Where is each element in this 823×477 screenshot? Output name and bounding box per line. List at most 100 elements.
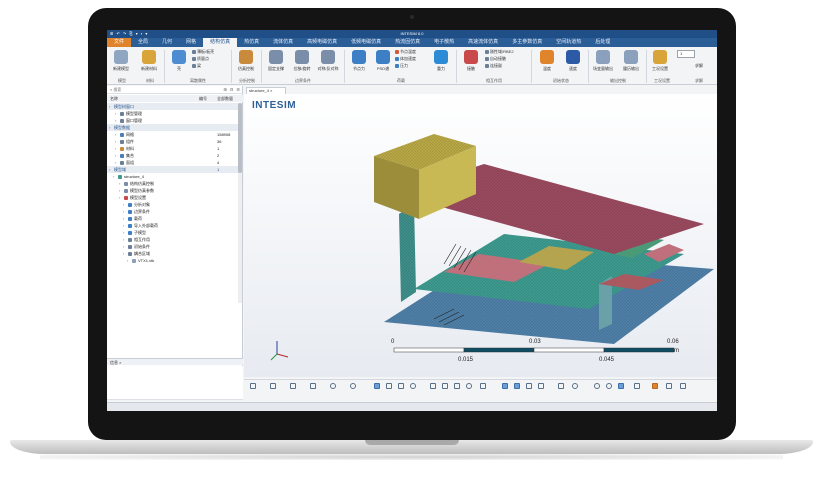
tree-item[interactable]: › 导入外部载荷 (107, 222, 238, 229)
tree-item[interactable]: › 模型数据 (107, 124, 238, 131)
chevron-icon[interactable]: › (123, 243, 127, 250)
chevron-icon[interactable]: › (119, 194, 123, 201)
tree-scrollbar[interactable] (238, 103, 242, 303)
tree-item[interactable]: › 耦合区域 (107, 250, 238, 257)
chevron-icon[interactable]: › (109, 124, 113, 131)
filter-icon[interactable] (270, 383, 276, 389)
3d-viewport[interactable]: INTESIM 0 0.03 0.06 0.015 0.045 m (244, 94, 717, 377)
document-tab[interactable]: structure_4 × (246, 87, 286, 94)
displacement-button[interactable]: 位移/旋转 (290, 49, 314, 77)
chevron-icon[interactable]: › (115, 110, 119, 117)
connector-button[interactable]: 连接副 (485, 63, 502, 69)
copy3-icon[interactable] (454, 383, 460, 389)
tree-item[interactable]: › 模型域 1 (107, 166, 238, 173)
tree-item[interactable]: › 材料 1 (107, 145, 238, 152)
tree-item[interactable]: › 相互作用 (107, 236, 238, 243)
field-output-button[interactable]: 场变量输出 (591, 49, 615, 77)
nodal-temp-button[interactable]: 节点温度 (395, 49, 416, 55)
tree-item[interactable]: › 初始条件 (107, 243, 238, 250)
copy-icon[interactable] (430, 383, 436, 389)
probe-icon[interactable] (606, 383, 612, 389)
tab-structural-sim[interactable]: 结构仿真 (203, 38, 238, 47)
tree-item[interactable]: › 模型管理 (107, 110, 238, 117)
body-accel-button[interactable]: 体加速度 (395, 56, 416, 62)
tree-item[interactable]: › 分析对象 (107, 201, 238, 208)
symmetry-button[interactable]: 对称/反对称 (316, 49, 340, 77)
velocity-button[interactable]: 速度 (561, 49, 585, 77)
auto-contact-button[interactable]: 自动接触 (485, 56, 506, 62)
chevron-icon[interactable]: › (119, 180, 123, 187)
tab-hf-em-sim[interactable]: 高频电磁仿真 (300, 38, 344, 47)
thin-plate-button[interactable]: 薄板/板壳 (192, 49, 214, 55)
shell-button[interactable]: 壳 (167, 49, 191, 77)
tree-item[interactable]: › 载荷 (107, 215, 238, 222)
view-front-icon[interactable] (374, 383, 380, 389)
tree-item[interactable]: › 组件 36 (107, 138, 238, 145)
chevron-icon[interactable]: › (123, 229, 127, 236)
tree-item[interactable]: › 网格 158908 (107, 131, 238, 138)
tree-item[interactable]: › 结构仿真控制 (107, 180, 238, 187)
view-fit-icon[interactable] (386, 383, 392, 389)
tab-fluid-sim[interactable]: 流体仿真 (266, 38, 300, 47)
tab-global[interactable]: 全局 (131, 38, 155, 47)
pressure-button[interactable]: 压力 (395, 63, 408, 69)
copy2-icon[interactable] (442, 383, 448, 389)
pick-icon[interactable] (290, 383, 296, 389)
zoom-icon[interactable] (572, 383, 578, 389)
new-material-button[interactable]: 新建材料 (137, 49, 161, 77)
tab-orbital-thermal[interactable]: 空间轨道热 (549, 38, 588, 47)
chevron-icon[interactable]: › (123, 222, 127, 229)
shaded-icon[interactable] (502, 383, 508, 389)
mesh-display-icon[interactable] (514, 383, 520, 389)
zoom-in-icon[interactable] (558, 383, 564, 389)
tab-postprocess[interactable]: 后处理 (588, 38, 617, 47)
view-icon[interactable] (350, 383, 356, 389)
export-icon[interactable] (666, 383, 672, 389)
tree-item[interactable]: › structure_4 (107, 173, 238, 180)
tab-file[interactable]: 文件 (107, 38, 132, 47)
scrollbar-thumb[interactable] (238, 103, 242, 173)
chevron-icon[interactable]: › (109, 103, 113, 110)
tree-item[interactable]: › 面组 4 (107, 159, 238, 166)
count-stepper[interactable]: 1 (677, 50, 695, 58)
tab-mesh[interactable]: 网格 (179, 38, 203, 47)
tree-item[interactable]: › 模型仿真参数 (107, 187, 238, 194)
grid-icon[interactable] (480, 383, 486, 389)
tab-thermal-sim[interactable]: 热仿真 (237, 38, 266, 47)
tree-item[interactable]: › 模型树窗口 (107, 103, 238, 110)
chevron-icon[interactable]: › (123, 236, 127, 243)
palette-icon[interactable] (634, 383, 640, 389)
target-icon[interactable] (594, 383, 600, 389)
cube-icon[interactable] (618, 383, 624, 389)
tab-lf-em-sim[interactable]: 低频电磁仿真 (344, 38, 388, 47)
tree-item[interactable]: › 边界条件 (107, 208, 238, 215)
tree-item[interactable]: › 模型设置 (107, 194, 238, 201)
chevron-icon[interactable]: › (115, 131, 119, 138)
tab-electronics-cooling[interactable]: 电子散热 (427, 38, 461, 47)
chevron-icon[interactable]: › (115, 117, 119, 124)
new-model-button[interactable]: 新建模型 (109, 49, 133, 77)
gravity-button[interactable]: 重力 (429, 49, 453, 77)
beam-button[interactable]: 梁 (192, 63, 201, 69)
fixed-support-button[interactable]: 固定支撑 (264, 49, 288, 77)
view-iso-icon[interactable] (410, 383, 416, 389)
hidden-line-icon[interactable] (538, 383, 544, 389)
mass-point-button[interactable]: 质量点 (192, 56, 209, 62)
work-settings-button[interactable]: 工况设置 (648, 49, 672, 77)
history-output-button[interactable]: 履历输出 (619, 49, 643, 77)
tree-tools[interactable]: ⊞ ⊟ ☰ (223, 86, 241, 94)
wire-icon[interactable] (526, 383, 532, 389)
view-zoom-box-icon[interactable] (398, 383, 404, 389)
center-icon[interactable] (330, 383, 336, 389)
highlight-icon[interactable] (652, 383, 658, 389)
temperature-button[interactable]: 温度 (535, 49, 559, 77)
solve-button[interactable]: 求解 (687, 63, 711, 77)
chevron-icon[interactable]: › (115, 145, 119, 152)
tab-thermal-fluid-solid[interactable]: 热流固仿真 (388, 38, 427, 47)
tree-item[interactable]: › 窗口管理 (107, 117, 238, 124)
globe-icon[interactable] (466, 383, 472, 389)
chevron-icon[interactable]: › (119, 187, 123, 194)
chevron-icon[interactable]: › (115, 152, 119, 159)
rotate-icon[interactable] (310, 383, 316, 389)
tab-hs-fluid[interactable]: 高速流体仿真 (461, 38, 505, 47)
